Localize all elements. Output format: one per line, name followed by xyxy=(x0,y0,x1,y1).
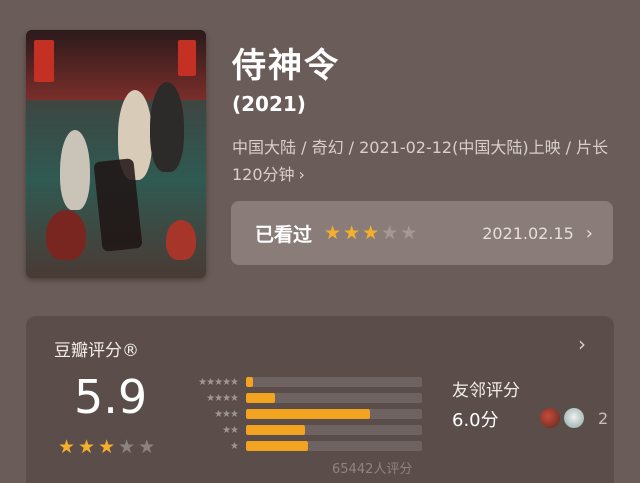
rating-bar-fill xyxy=(246,425,306,435)
watched-label: 已看过 xyxy=(255,223,313,246)
watched-date: 2021.02.15 xyxy=(482,223,574,243)
bar-star-icons: ★★ xyxy=(222,424,239,436)
rating-bar-track xyxy=(246,441,422,451)
poster-figure xyxy=(46,210,86,260)
poster-figure xyxy=(60,130,90,210)
rating-bar-row: ★★★ xyxy=(176,406,422,422)
bar-star-icons: ★★★ xyxy=(214,408,239,420)
rating-bar-fill xyxy=(246,409,371,419)
star-icon: ★ xyxy=(58,436,76,458)
star-icon: ★ xyxy=(118,436,136,458)
friend-rating-label: 友邻评分 xyxy=(452,381,520,401)
star-icon: ★ xyxy=(381,221,399,244)
star-icon: ★ xyxy=(138,436,156,458)
rating-bar-row: ★★★★★ xyxy=(176,374,422,390)
friend-avatar[interactable] xyxy=(562,406,586,430)
star-icon: ★ xyxy=(343,221,361,244)
rating-bar-track xyxy=(246,409,422,419)
friend-rating[interactable]: 友邻评分 6.0分 2 xyxy=(452,376,608,431)
star-icon: ★ xyxy=(78,436,96,458)
chevron-right-icon: › xyxy=(585,222,593,244)
rating-bar-fill xyxy=(246,377,254,387)
movie-year: (2021) xyxy=(232,92,306,116)
bar-star-icons: ★★★★★ xyxy=(198,376,239,388)
rating-distribution: ★★★★★ ★★★★ ★★★ ★★ ★ xyxy=(176,374,422,454)
movie-meta-text: 中国大陆 / 奇幻 / 2021-02-12(中国大陆)上映 / 片长120分钟 xyxy=(232,138,609,184)
bar-star-icons: ★★★★ xyxy=(206,392,239,404)
friend-rating-score: 6.0分 xyxy=(452,410,499,431)
rating-stars: ★ ★ ★ ★ ★ xyxy=(58,438,155,457)
rating-count: 65442人评分 xyxy=(332,462,413,477)
friend-rating-count: 2 xyxy=(598,409,609,428)
movie-title: 侍神令 xyxy=(232,46,340,86)
chevron-right-icon: › xyxy=(298,165,305,184)
rating-bar-row: ★ xyxy=(176,438,422,454)
poster-badge-left xyxy=(34,40,54,82)
poster-badge-right xyxy=(178,40,196,76)
star-icon: ★ xyxy=(324,221,342,244)
friend-avatar[interactable] xyxy=(538,406,562,430)
rating-bar-fill xyxy=(246,393,275,403)
chevron-right-icon[interactable]: › xyxy=(578,332,586,356)
star-icon: ★ xyxy=(362,221,380,244)
rating-score: 5.9 xyxy=(74,370,148,424)
star-icon: ★ xyxy=(400,221,418,244)
rating-card[interactable]: 豆瓣评分® › 5.9 ★ ★ ★ ★ ★ ★★★★★ ★★★★ ★★★ ★★ ★ 65442人… xyxy=(26,316,614,483)
bar-star-icons: ★ xyxy=(230,440,239,452)
rating-bar-track xyxy=(246,425,422,435)
watched-stars: ★ ★ ★ ★ ★ xyxy=(324,221,418,244)
rating-bar-row: ★★★★ xyxy=(176,390,422,406)
poster-figure xyxy=(150,82,184,172)
star-icon: ★ xyxy=(98,436,116,458)
rating-bar-track xyxy=(246,393,422,403)
movie-poster[interactable] xyxy=(26,30,206,278)
poster-figure xyxy=(166,220,196,260)
rating-bar-row: ★★ xyxy=(176,422,422,438)
rating-title: 豆瓣评分® xyxy=(54,341,139,361)
rating-bar-fill xyxy=(246,441,308,451)
movie-meta[interactable]: 中国大陆 / 奇幻 / 2021-02-12(中国大陆)上映 / 片长120分钟… xyxy=(232,134,612,188)
rating-bar-track xyxy=(246,377,422,387)
watched-status-card[interactable]: 已看过 ★ ★ ★ ★ ★ 2021.02.15 › xyxy=(231,201,613,265)
